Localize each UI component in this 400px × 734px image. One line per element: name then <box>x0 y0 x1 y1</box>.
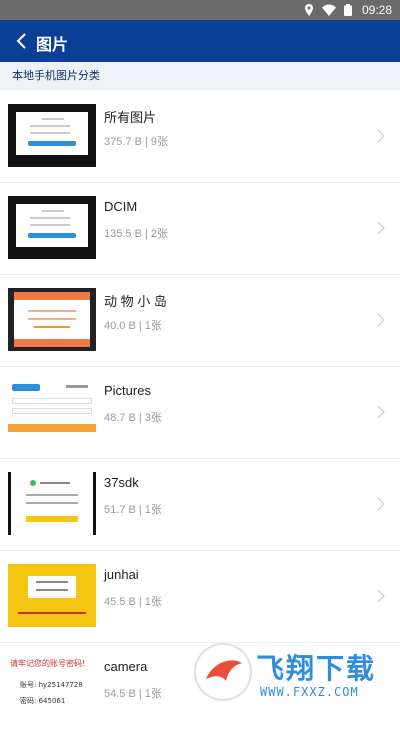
album-meta: 40.0 B | 1张 <box>104 320 162 332</box>
watermark-url: WWW.FXXZ.COM <box>260 685 359 699</box>
watermark-logo: 飞翔下载 WWW.FXXZ.COM <box>190 635 400 710</box>
chevron-right-icon <box>377 589 385 603</box>
album-thumbnail <box>8 288 96 351</box>
app-bar: 图片 <box>0 20 400 62</box>
album-meta: 45.5 B | 1张 <box>104 596 162 608</box>
chevron-right-icon <box>377 313 385 327</box>
album-row-37sdk[interactable]: 37sdk 51.7 B | 1张 <box>0 459 400 551</box>
chevron-right-icon <box>377 129 385 143</box>
section-header: 本地手机图片分类 <box>0 62 400 90</box>
album-name: 所有图片 <box>104 110 157 125</box>
album-thumbnail <box>8 564 96 627</box>
album-name: 动 物 小 岛 <box>104 294 167 309</box>
thumbnail-panel <box>14 292 90 347</box>
album-meta: 375.7 B | 9张 <box>104 136 169 148</box>
chevron-left-icon <box>16 33 26 49</box>
album-meta: 51.7 B | 1张 <box>104 504 162 516</box>
album-row-all-images[interactable]: 所有图片 375.7 B | 9张 <box>0 91 400 183</box>
album-thumbnail <box>8 380 96 443</box>
bird-logo-icon <box>194 643 252 701</box>
page-title: 图片 <box>36 35 69 54</box>
album-thumbnail <box>8 104 96 167</box>
album-name: Pictures <box>104 383 151 398</box>
wifi-icon <box>322 4 336 16</box>
thumbnail-text-line: 密码: 645061 <box>20 697 66 705</box>
album-meta: 48.7 B | 3张 <box>104 412 162 424</box>
location-icon <box>305 4 313 16</box>
album-name: junhai <box>104 567 139 582</box>
chevron-right-icon <box>377 405 385 419</box>
thumbnail-card <box>16 204 88 247</box>
album-name: 37sdk <box>104 475 139 490</box>
status-bar: 09:28 <box>0 0 400 20</box>
chevron-right-icon <box>377 497 385 511</box>
album-thumbnail <box>8 196 96 259</box>
album-row-animal-island[interactable]: 动 物 小 岛 40.0 B | 1张 <box>0 275 400 367</box>
album-row-junhai[interactable]: junhai 45.5 B | 1张 <box>0 551 400 643</box>
chevron-right-icon <box>377 221 385 235</box>
status-time: 09:28 <box>361 3 392 17</box>
status-icons <box>304 4 352 16</box>
back-button[interactable] <box>8 27 36 55</box>
album-row-pictures[interactable]: Pictures 48.7 B | 3张 <box>0 367 400 459</box>
battery-icon <box>344 4 352 16</box>
album-meta: 54.5 B | 1张 <box>104 688 162 700</box>
album-row-dcim[interactable]: DCIM 135.5 B | 2张 <box>0 183 400 275</box>
album-name: DCIM <box>104 199 138 214</box>
thumbnail-text-line: 请牢记您的账号密码! <box>10 659 86 668</box>
thumbnail-card <box>16 112 88 155</box>
watermark-brand: 飞翔下载 <box>256 652 377 685</box>
album-name: camera <box>104 659 148 674</box>
thumbnail-text-line: 账号: hy25147728 <box>20 681 83 689</box>
album-thumbnail <box>8 472 96 535</box>
album-meta: 135.5 B | 2张 <box>104 228 169 240</box>
